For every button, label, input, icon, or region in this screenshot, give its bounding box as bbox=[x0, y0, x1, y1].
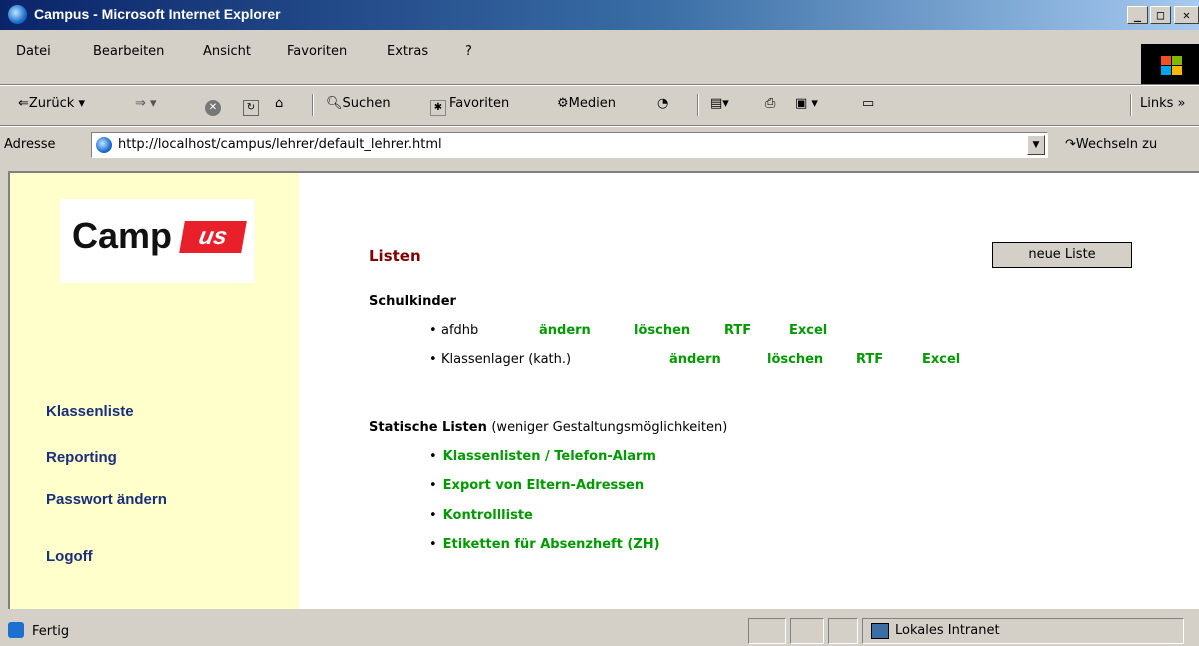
menu-datei[interactable]: Datei bbox=[16, 44, 51, 59]
static-list-link[interactable]: Kontrollliste bbox=[443, 508, 533, 523]
menu-bar: Datei Bearbeiten Ansicht Favoriten Extra… bbox=[0, 44, 1199, 76]
ie-logo-icon bbox=[8, 5, 27, 24]
mail-button[interactable]: ▤▾ bbox=[710, 96, 729, 111]
list-item: • Etiketten für Absenzheft (ZH) bbox=[429, 537, 660, 552]
section-subtitle: (weniger Gestaltungsmöglichkeiten) bbox=[491, 420, 728, 435]
status-cell bbox=[790, 618, 824, 644]
status-bar: Fertig Lokales Intranet bbox=[0, 612, 1199, 646]
menu-ansicht[interactable]: Ansicht bbox=[203, 44, 251, 59]
search-button[interactable]: 🔍︎Suchen bbox=[326, 96, 391, 111]
links-button[interactable]: Links » bbox=[1140, 96, 1186, 111]
back-arrow-icon: ⇐ bbox=[18, 96, 29, 111]
discuss-button[interactable]: ▭ bbox=[862, 96, 874, 111]
page-title: Listen bbox=[369, 247, 421, 265]
menu-extras[interactable]: Extras bbox=[387, 44, 428, 59]
section-title-schulkinder: Schulkinder bbox=[369, 294, 456, 309]
edit-link[interactable]: ändern bbox=[669, 352, 721, 367]
media-button[interactable]: ⚙︎Medien bbox=[557, 96, 616, 111]
static-list-link[interactable]: Export von Eltern-Adressen bbox=[443, 478, 644, 493]
main-panel: Listen neue Liste Schulkinder • afdhb än… bbox=[299, 173, 1199, 609]
zone-cell: Lokales Intranet bbox=[862, 618, 1184, 644]
static-list-link[interactable]: Klassenlisten / Telefon-Alarm bbox=[443, 449, 656, 464]
rtf-link[interactable]: RTF bbox=[724, 323, 751, 338]
windows-logo-icon bbox=[1141, 44, 1199, 84]
rtf-link[interactable]: RTF bbox=[856, 352, 883, 367]
list-item: • Export von Eltern-Adressen bbox=[429, 478, 645, 493]
delete-link[interactable]: löschen bbox=[767, 352, 823, 367]
sidebar-item-klassenliste[interactable]: Klassenliste bbox=[46, 403, 134, 420]
refresh-icon: ↻ bbox=[243, 100, 259, 116]
list-item: • Kontrollliste bbox=[429, 508, 533, 523]
edit-icon: ▣ ▾ bbox=[795, 96, 818, 111]
toolbar-separator bbox=[697, 94, 699, 116]
mail-icon: ▤▾ bbox=[710, 96, 729, 111]
static-list-link[interactable]: Etiketten für Absenzheft (ZH) bbox=[443, 537, 660, 552]
list-item: • Klassenlisten / Telefon-Alarm bbox=[429, 449, 656, 464]
go-arrow-icon: ↷ bbox=[1065, 137, 1076, 152]
favorites-button[interactable]: ✱ Favoriten bbox=[430, 96, 509, 116]
stop-button[interactable]: ✕ bbox=[205, 96, 224, 116]
section-title-static: Statische Listen (weniger Gestaltungsmög… bbox=[369, 420, 728, 435]
intranet-icon bbox=[871, 623, 889, 639]
toolbar-separator bbox=[1130, 94, 1132, 116]
page-content: Camp us Klassenliste Reporting Passwort … bbox=[8, 171, 1199, 609]
zone-text: Lokales Intranet bbox=[895, 623, 1000, 638]
address-input[interactable]: http://localhost/campus/lehrer/default_l… bbox=[91, 132, 1048, 158]
history-button[interactable]: ◔ bbox=[657, 96, 668, 111]
list-name: Klassenlager (kath.) bbox=[441, 352, 572, 367]
search-icon: 🔍︎ bbox=[326, 96, 343, 111]
go-button[interactable]: ↷Wechseln zu bbox=[1065, 137, 1157, 152]
maximize-button[interactable]: □ bbox=[1150, 6, 1171, 24]
address-bar: Adresse http://localhost/campus/lehrer/d… bbox=[0, 128, 1199, 162]
new-list-button[interactable]: neue Liste bbox=[992, 242, 1132, 268]
title-bar: Campus - Microsoft Internet Explorer _ □… bbox=[0, 0, 1199, 30]
history-icon: ◔ bbox=[657, 96, 669, 111]
browser-window: Campus - Microsoft Internet Explorer _ □… bbox=[0, 0, 1199, 646]
sidebar-item-logoff[interactable]: Logoff bbox=[46, 548, 93, 565]
stop-icon: ✕ bbox=[205, 100, 221, 116]
toolbar-separator bbox=[312, 94, 314, 116]
excel-link[interactable]: Excel bbox=[922, 352, 960, 367]
close-button[interactable]: ✕ bbox=[1174, 6, 1199, 24]
edit-link[interactable]: ändern bbox=[539, 323, 591, 338]
sidebar-item-reporting[interactable]: Reporting bbox=[46, 449, 117, 466]
forward-button[interactable]: ⇒ ▾ bbox=[135, 96, 157, 111]
home-button[interactable]: ⌂ bbox=[275, 96, 283, 111]
chevron-down-icon: ▼ bbox=[1032, 140, 1040, 150]
page-icon bbox=[96, 137, 112, 153]
delete-link[interactable]: löschen bbox=[634, 323, 690, 338]
home-icon: ⌂ bbox=[275, 96, 284, 111]
status-cell bbox=[828, 618, 858, 644]
media-icon: ⚙︎ bbox=[557, 96, 569, 111]
divider bbox=[0, 125, 1199, 127]
address-label: Adresse bbox=[4, 137, 56, 152]
minimize-button[interactable]: _ bbox=[1127, 6, 1148, 24]
list-name: afdhb bbox=[441, 323, 479, 338]
toolbar: ⇐Zurück ▾ ⇒ ▾ ✕ ↻ ⌂ 🔍︎Suchen ✱ Favoriten … bbox=[0, 86, 1199, 124]
print-button[interactable]: ⎙ bbox=[765, 96, 775, 111]
excel-link[interactable]: Excel bbox=[789, 323, 827, 338]
address-url: http://localhost/campus/lehrer/default_l… bbox=[118, 137, 442, 152]
sidebar: Camp us Klassenliste Reporting Passwort … bbox=[10, 173, 299, 609]
status-text: Fertig bbox=[32, 624, 70, 639]
list-item: • afdhb ändern löschen RTF Excel bbox=[429, 323, 828, 338]
back-button[interactable]: ⇐Zurück ▾ bbox=[18, 96, 85, 111]
refresh-button[interactable]: ↻ bbox=[243, 96, 262, 116]
menu-bearbeiten[interactable]: Bearbeiten bbox=[93, 44, 164, 59]
forward-arrow-icon: ⇒ ▾ bbox=[135, 96, 157, 111]
menu-favoriten[interactable]: Favoriten bbox=[287, 44, 347, 59]
edit-button[interactable]: ▣ ▾ bbox=[795, 96, 818, 111]
print-icon: ⎙ bbox=[765, 96, 776, 111]
campus-logo: Camp us bbox=[60, 199, 255, 283]
favorites-icon: ✱ bbox=[430, 100, 446, 116]
sidebar-item-password[interactable]: Passwort ändern bbox=[46, 491, 167, 508]
page-status-icon bbox=[8, 622, 24, 638]
discuss-icon: ▭ bbox=[862, 96, 875, 111]
address-dropdown-button[interactable]: ▼ bbox=[1027, 135, 1045, 155]
list-item: • Klassenlager (kath.) ändern löschen RT… bbox=[429, 352, 961, 367]
window-title: Campus - Microsoft Internet Explorer bbox=[34, 6, 281, 22]
status-cell bbox=[748, 618, 786, 644]
menu-help[interactable]: ? bbox=[465, 44, 472, 59]
